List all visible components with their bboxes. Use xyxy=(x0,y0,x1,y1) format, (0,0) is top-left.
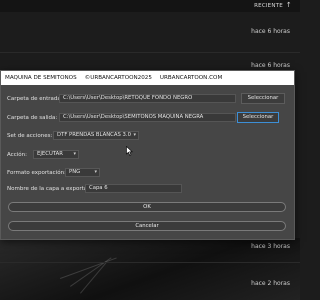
dialog-website: URBANCARTOON.COM xyxy=(159,75,223,81)
input-folder-label: Carpeta de entrada: xyxy=(7,96,63,102)
export-format-label: Formato exportación: xyxy=(7,170,66,176)
action-set-select[interactable]: DTF PRENDAS BLANCAS 3.0 ▾ xyxy=(53,131,139,140)
layer-name-label: Nombre de la capa a exportar: xyxy=(7,186,92,192)
ok-button[interactable]: OK xyxy=(8,202,286,212)
sort-label: RECIENTE xyxy=(254,3,283,9)
output-folder-field[interactable]: C:\Users\User\Desktop\SEMITONOS MAQUINA … xyxy=(59,113,236,122)
dialog-title: MAQUINA DE SEMITONOS xyxy=(5,75,77,81)
row-time: hace 6 horas xyxy=(251,28,290,35)
row-divider xyxy=(0,52,300,53)
chevron-down-icon: ▾ xyxy=(94,169,97,175)
mouse-cursor-icon xyxy=(126,146,133,156)
export-format-value: PNG xyxy=(69,169,81,175)
cancel-button[interactable]: Cancelar xyxy=(8,221,286,231)
semitone-machine-dialog: MAQUINA DE SEMITONOS ©URBANCARTOON2025 URB… xyxy=(0,70,295,240)
row-time: hace 2 horas xyxy=(251,280,290,287)
action-label: Acción: xyxy=(7,152,27,158)
output-folder-label: Carpeta de salida: xyxy=(7,115,58,121)
input-folder-field[interactable]: C:\Users\User\Desktop\RETOQUE FONDO NEGR… xyxy=(59,94,236,103)
row-time: hace 3 horas xyxy=(251,243,290,250)
dialog-copyright: ©URBANCARTOON2025 xyxy=(84,75,152,81)
layer-name-field[interactable]: Capa 6 xyxy=(85,184,182,193)
arrow-up-icon: ↑ xyxy=(285,1,292,9)
dialog-titlebar[interactable]: MAQUINA DE SEMITONOS ©URBANCARTOON2025 URB… xyxy=(1,71,294,85)
export-format-select[interactable]: PNG ▾ xyxy=(65,168,100,177)
chevron-down-icon: ▾ xyxy=(133,132,136,138)
action-value: EJECUTAR xyxy=(37,151,63,157)
action-set-label: Set de acciones: xyxy=(7,133,53,139)
sort-recent-button[interactable]: RECIENTE ↑ xyxy=(254,1,292,9)
chevron-down-icon: ▾ xyxy=(73,151,76,157)
row-time: hace 6 horas xyxy=(251,62,290,69)
select-output-folder-button[interactable]: Seleccionar xyxy=(237,112,279,123)
background-header: RECIENTE ↑ xyxy=(0,0,300,12)
action-set-value: DTF PRENDAS BLANCAS 3.0 xyxy=(57,132,131,138)
row-divider xyxy=(0,262,300,263)
select-input-folder-button[interactable]: Seleccionar xyxy=(241,93,285,104)
action-select[interactable]: EJECUTAR ▾ xyxy=(33,150,79,159)
